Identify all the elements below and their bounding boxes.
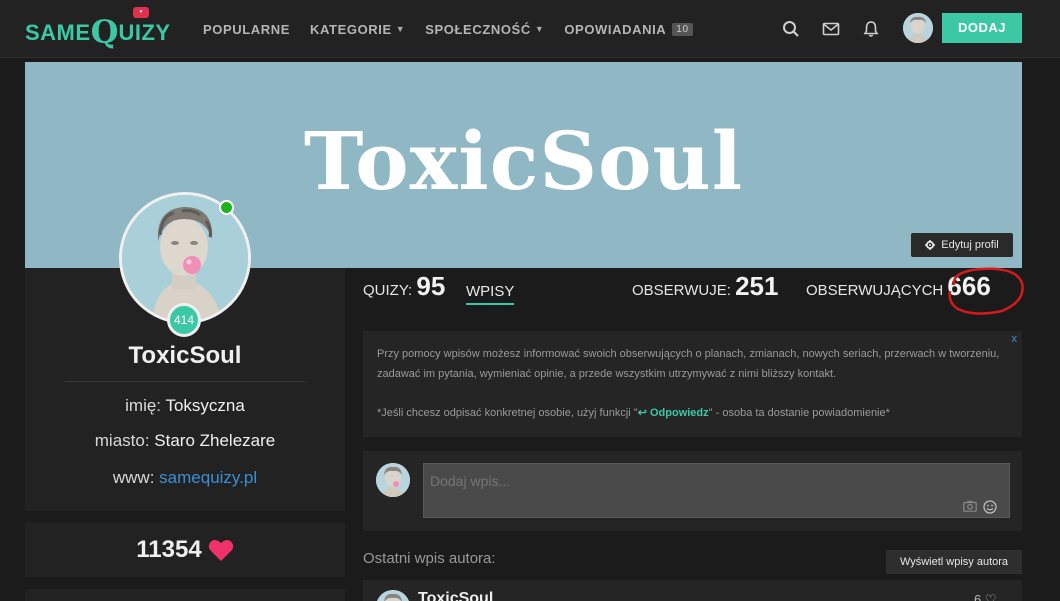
stat-quizy-label: QUIZY:	[363, 282, 413, 299]
chevron-down-icon: ▼	[534, 24, 545, 34]
logo-text-q: Q	[90, 13, 119, 51]
nav-popularne-label: POPULARNE	[203, 21, 291, 37]
emoji-icon[interactable]	[983, 500, 997, 514]
nav-opowiadania[interactable]: OPOWIADANIA 10	[564, 21, 693, 37]
likes-count: 11354	[136, 536, 202, 563]
info-text: Przy pomocy wpisów możesz informować swo…	[377, 348, 1000, 380]
post-likes-count: 6	[974, 592, 982, 601]
main-menu: POPULARNE KATEGORIE ▼ SPOŁECZNOŚĆ ▼ OPOWIA…	[203, 0, 713, 58]
profile-city: miasto: Staro Zhelezare	[25, 431, 345, 451]
add-button[interactable]: DODAJ	[942, 13, 1022, 43]
www-link[interactable]: samequizy.pl	[159, 468, 257, 487]
new-post-input[interactable]	[423, 463, 1010, 518]
nav-spolecznosc-label: SPOŁECZNOŚĆ	[425, 21, 531, 37]
heart-icon	[208, 539, 233, 561]
mail-icon[interactable]	[822, 20, 840, 38]
nav-spolecznosc[interactable]: SPOŁECZNOŚĆ ▼	[425, 22, 544, 37]
camera-icon[interactable]	[963, 500, 977, 512]
user-avatar-menu[interactable]	[903, 13, 933, 43]
edit-profile-label: Edytuj profil	[941, 239, 999, 251]
samequizy-logo[interactable]: SAME Q UIZY ♥	[25, 7, 171, 51]
opowiadania-count-badge: 10	[672, 22, 693, 36]
level-badge: 414	[167, 303, 201, 337]
edit-profile-button[interactable]: Edytuj profil	[911, 233, 1013, 257]
info-hint-post: " - osoba ta dostanie powiadomienie*	[708, 407, 890, 419]
www-label: www:	[112, 468, 155, 487]
close-icon[interactable]: x	[1012, 333, 1018, 345]
logo-text-uizy: UIZY	[118, 20, 171, 45]
compose-tools	[963, 500, 997, 514]
nav-kategorie[interactable]: KATEGORIE ▼	[310, 22, 405, 37]
info-hint-pre: *Jeśli chcesz odpisać konkretnej osobie,…	[377, 407, 638, 419]
real-name-value: Toksyczna	[165, 396, 245, 415]
real-name-label: imię:	[125, 396, 162, 415]
red-highlight-circle	[948, 267, 1024, 315]
profile-real-name: imię: Toksyczna	[25, 396, 345, 416]
tab-wpisy[interactable]: WPISY	[466, 283, 515, 305]
statue-avatar-icon	[376, 463, 410, 497]
logo-text-same: SAME	[25, 20, 91, 45]
stat-quizy-value: 95	[416, 271, 446, 301]
wpisy-info-box: x Przy pomocy wpisów możesz informować s…	[363, 331, 1022, 437]
profile-www: www: samequizy.pl	[25, 468, 345, 488]
top-navbar: SAME Q UIZY ♥ POPULARNE KATEGORIE ▼ SPOŁE…	[0, 0, 1060, 58]
info-reply-label: Odpowiedz	[649, 407, 709, 419]
bell-icon[interactable]	[862, 20, 880, 38]
last-post-label: Ostatni wpis autora:	[363, 550, 496, 567]
stat-obserwuje-label: OBSERWUJE:	[632, 282, 731, 299]
post-likes[interactable]: 6 ♡	[974, 592, 997, 601]
reply-icon: ↩	[637, 407, 650, 419]
statue-avatar-icon	[903, 13, 933, 43]
avatar	[376, 463, 410, 497]
city-label: miasto:	[94, 431, 150, 450]
stat-obserwujacych-label: OBSERWUJĄCYCH	[806, 282, 944, 299]
heart-outline-icon: ♡	[984, 592, 997, 601]
nav-opowiadania-label: OPOWIADANIA	[564, 21, 667, 37]
stat-obserwuje-value: 251	[735, 271, 779, 301]
info-reply-hint: *Jeśli chcesz odpisać konkretnej osobie,…	[377, 403, 1007, 423]
chevron-down-icon: ▼	[395, 24, 406, 34]
gear-icon	[925, 240, 936, 250]
post-author[interactable]: ToxicSoul	[418, 590, 493, 601]
profile-name: ToxicSoul	[128, 342, 242, 369]
city-value: Staro Zhelezare	[154, 431, 276, 450]
show-author-posts-button[interactable]: Wyświetl wpisy autora	[886, 550, 1022, 574]
search-icon[interactable]	[782, 20, 800, 38]
nav-popularne[interactable]: POPULARNE	[203, 22, 290, 37]
stat-quizy[interactable]: QUIZY: 95	[363, 271, 445, 302]
sidebar-next-card	[25, 589, 345, 601]
profile-likes: 11354	[25, 523, 345, 577]
online-status-dot	[219, 200, 234, 215]
logo-heart-badge: ♥	[133, 7, 149, 18]
stat-obserwuje[interactable]: OBSERWUJE: 251	[632, 271, 778, 302]
divider	[65, 381, 305, 382]
nav-kategorie-label: KATEGORIE	[310, 21, 392, 37]
